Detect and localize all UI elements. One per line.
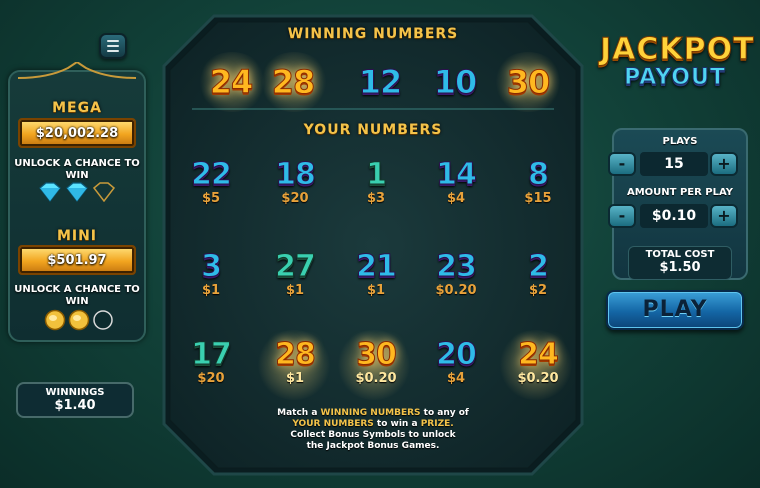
prize-amount: $1 — [285, 371, 305, 386]
your-number: 23 — [436, 249, 478, 284]
your-number-cell: 3 $1 — [181, 249, 241, 298]
menu-button[interactable] — [99, 33, 127, 59]
your-number-cell: 1 $3 — [346, 157, 406, 206]
your-number-cell: 14 $4 — [426, 157, 486, 206]
mini-amount: $501.97 — [47, 252, 107, 268]
prize-amount: $20 — [197, 371, 225, 386]
your-number-cell: 23 $0.20 — [426, 249, 486, 298]
mini-label: MINI — [56, 228, 98, 244]
your-number-cell: 20 $4 — [426, 337, 486, 386]
your-number-cell: 22 $5 — [181, 157, 241, 206]
your-number-cell: 28 $1 — [265, 337, 325, 386]
mega-amount: $20,002.28 — [35, 125, 119, 141]
your-number: 22 — [191, 157, 233, 192]
your-number: 1 — [366, 157, 388, 192]
prize-amount: $1 — [285, 283, 305, 298]
prize-amount: $3 — [366, 191, 386, 206]
amount-per-play-value: $0.10 — [640, 204, 708, 228]
your-number-cell: 30 $0.20 — [346, 337, 406, 386]
your-number: 18 — [275, 157, 317, 192]
your-number: 2 — [528, 249, 550, 284]
your-number-cell: 24 $0.20 — [508, 337, 568, 386]
your-number: 21 — [356, 249, 398, 284]
amount-per-play-label: AMOUNT PER PLAY — [626, 187, 734, 198]
prize-amount: $5 — [201, 191, 221, 206]
your-number: 28 — [275, 337, 317, 372]
winning-numbers-title: WINNING NUMBERS — [287, 26, 459, 42]
logo-line2: PAYOUT — [624, 65, 726, 90]
plays-plus-button[interactable]: + — [710, 152, 738, 176]
your-number: 30 — [356, 337, 398, 372]
prize-amount: $0.20 — [355, 371, 397, 386]
hamburger-menu-icon — [107, 40, 119, 42]
mega-amount-box: $20,002.28 — [18, 118, 136, 148]
prize-amount: $4 — [446, 371, 466, 386]
amount-plus-button[interactable]: + — [710, 204, 738, 228]
your-number: 14 — [436, 157, 478, 192]
winning-number: 28 — [271, 63, 316, 101]
winnings-label: WINNINGS — [45, 387, 105, 398]
prize-amount: $15 — [524, 191, 552, 206]
your-numbers-title: YOUR NUMBERS — [303, 122, 443, 138]
plays-value: 15 — [640, 152, 708, 176]
diamond-icon — [66, 182, 88, 202]
mega-label: MEGA — [52, 100, 102, 116]
your-number: 8 — [528, 157, 550, 192]
mini-amount-box: $501.97 — [18, 245, 136, 275]
mini-coins — [44, 309, 116, 331]
coin-icon — [44, 309, 66, 331]
your-number: 17 — [191, 337, 233, 372]
plays-minus-button[interactable]: - — [608, 152, 636, 176]
logo-line1: JACKPOT — [600, 32, 755, 67]
your-number: 27 — [275, 249, 317, 284]
amount-minus-button[interactable]: - — [608, 204, 636, 228]
prize-amount: $0.20 — [517, 371, 559, 386]
coin-icon — [68, 309, 90, 331]
mega-unlock-text: UNLOCK A CHANCE TO WIN — [14, 158, 140, 181]
play-button[interactable]: PLAY — [606, 290, 744, 330]
prize-amount: $1 — [201, 283, 221, 298]
winning-number: 30 — [506, 63, 551, 101]
plays-label: PLAYS — [662, 136, 698, 147]
total-cost-value: $1.50 — [659, 260, 701, 275]
prize-amount: $2 — [528, 283, 548, 298]
total-cost-label: TOTAL COST — [645, 249, 715, 260]
winning-number: 12 — [358, 63, 403, 101]
instructions-text: Match a WINNING NUMBERS to any of YOUR N… — [277, 408, 469, 451]
your-number: 20 — [436, 337, 478, 372]
mini-unlock-text: UNLOCK A CHANCE TO WIN — [14, 284, 140, 307]
prize-amount: $1 — [366, 283, 386, 298]
prize-amount: $20 — [281, 191, 309, 206]
your-number-cell: 2 $2 — [508, 249, 568, 298]
diamond-icon — [92, 182, 116, 203]
your-number-cell: 18 $20 — [265, 157, 325, 206]
your-number-cell: 17 $20 — [181, 337, 241, 386]
winning-number: 10 — [433, 63, 478, 101]
winnings-value: $1.40 — [54, 398, 96, 413]
diamond-icon — [39, 182, 61, 202]
winnings-box: WINNINGS $1.40 — [16, 382, 134, 418]
prize-amount: $0.20 — [435, 283, 477, 298]
your-number-cell: 21 $1 — [346, 249, 406, 298]
your-number-cell: 27 $1 — [265, 249, 325, 298]
panel-ornament — [18, 62, 136, 79]
game-logo: JACKPOT PAYOUT — [600, 32, 755, 104]
total-cost-box: TOTAL COST $1.50 — [628, 246, 732, 280]
winning-number: 24 — [209, 63, 254, 101]
prize-amount: $4 — [446, 191, 466, 206]
your-number: 24 — [518, 337, 560, 372]
coin-icon — [93, 310, 113, 330]
mega-diamonds — [38, 182, 118, 203]
your-number-cell: 8 $15 — [508, 157, 568, 206]
your-number: 3 — [201, 249, 223, 284]
